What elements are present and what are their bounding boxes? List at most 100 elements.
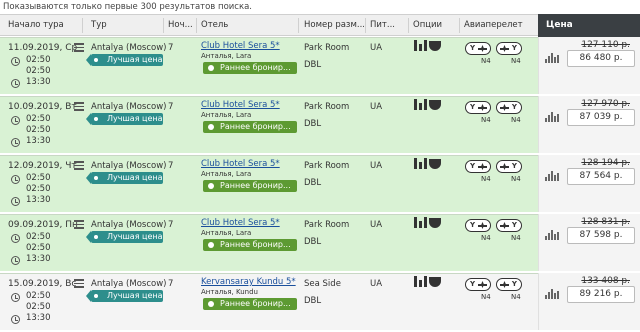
tag-icon (94, 117, 98, 121)
table-row[interactable]: 12.09.2019, Чт 02:50 02:50 13:30 Antalya… (0, 155, 640, 212)
hotel-city: Анталья, Kundu (201, 288, 258, 296)
outbound-flight-icon[interactable]: Y (465, 160, 491, 173)
meal-plan: UA (370, 102, 383, 112)
best-price-label: Лучшая цена (107, 173, 163, 182)
list-icon[interactable] (74, 220, 84, 229)
room-accommodation: DBL (304, 119, 322, 129)
price-cell: 128 831 р. 87 598 р. (538, 214, 640, 271)
price-chart-icon[interactable] (545, 53, 559, 63)
table-row[interactable]: 15.09.2019, Вс 02:50 02:50 13:30 Antalya… (0, 273, 640, 330)
hotel-city: Анталья, Lara (201, 170, 252, 178)
header-tour[interactable]: Тур (91, 15, 161, 36)
header-price[interactable]: Цена (538, 14, 640, 37)
tour-route: Antalya (Moscow) (91, 279, 167, 289)
price-button[interactable]: 89 216 р. (567, 286, 635, 303)
header-flight[interactable]: Авиаперелет (464, 15, 534, 36)
meal-plan: UA (370, 43, 383, 53)
clock-icon (11, 197, 20, 206)
old-price: 127 970 р. (581, 99, 630, 109)
tour-route: Antalya (Moscow) (91, 102, 167, 112)
price-cell: 128 194 р. 87 564 р. (538, 155, 640, 212)
outbound-flight-code: N4 (481, 293, 491, 301)
room-type: Park Room (304, 161, 350, 171)
price-chart-icon[interactable] (545, 171, 559, 181)
early-booking-badge: Раннее бронир... (203, 180, 297, 192)
outbound-flight-code: N4 (481, 234, 491, 242)
table-row[interactable]: 10.09.2019, Вт 02:50 02:50 13:30 Antalya… (0, 96, 640, 153)
price-chart-icon[interactable] (545, 289, 559, 299)
best-price-badge: Лучшая цена (86, 113, 163, 125)
departure-time: 02:50 (26, 55, 51, 65)
price-chart-icon[interactable] (545, 230, 559, 240)
table-row[interactable]: 11.09.2019, Ср 02:50 02:50 13:30 Antalya… (0, 37, 640, 94)
price-button[interactable]: 87 598 р. (567, 227, 635, 244)
tag-icon (94, 58, 98, 62)
early-booking-badge: Раннее бронир... (203, 239, 297, 251)
tour-date: 15.09.2019, Вс (8, 279, 77, 289)
price-cell: 127 970 р. 87 039 р. (538, 96, 640, 153)
room-accommodation: DBL (304, 60, 322, 70)
return-time: 13:30 (26, 313, 51, 323)
tour-date: 11.09.2019, Ср (8, 43, 78, 53)
departure-time: 02:50 (26, 114, 51, 124)
tour-route: Antalya (Moscow) (91, 43, 167, 53)
departure-time: 02:50 (26, 232, 51, 242)
price-chart-icon[interactable] (545, 112, 559, 122)
return-flight-icon[interactable]: Y (496, 42, 522, 55)
header-nights[interactable]: Ноч... (168, 15, 196, 36)
table-row[interactable]: 09.09.2019, Пн 02:50 02:50 13:30 Antalya… (0, 214, 640, 271)
hotel-link[interactable]: Club Hotel Sera 5* (201, 218, 280, 228)
table-header: Начало тура Тур Ноч... Отель Номер разм.… (0, 14, 640, 37)
header-options[interactable]: Опции (413, 15, 453, 36)
best-price-label: Лучшая цена (107, 114, 163, 123)
list-icon[interactable] (74, 161, 84, 170)
return-time: 13:30 (26, 195, 51, 205)
list-icon[interactable] (74, 43, 84, 52)
best-price-label: Лучшая цена (107, 291, 163, 300)
header-start[interactable]: Начало тура (8, 15, 78, 36)
best-price-label: Лучшая цена (107, 55, 163, 64)
nights-count: 7 (168, 102, 174, 112)
clock-icon (11, 175, 20, 184)
hotel-link[interactable]: Kervansaray Kundu 5* (201, 277, 296, 287)
hotel-link[interactable]: Club Hotel Sera 5* (201, 41, 280, 51)
list-icon[interactable] (74, 102, 84, 111)
departure-time: 02:50 (26, 173, 51, 183)
outbound-flight-code: N4 (481, 116, 491, 124)
outbound-flight-icon[interactable]: Y (465, 101, 491, 114)
hotel-options-icons (414, 158, 458, 172)
hotel-link[interactable]: Club Hotel Sera 5* (201, 159, 280, 169)
header-room[interactable]: Номер разм... (304, 15, 364, 36)
hotel-city: Анталья, Lara (201, 111, 252, 119)
best-price-badge: Лучшая цена (86, 290, 163, 302)
tag-icon (94, 294, 98, 298)
header-hotel[interactable]: Отель (201, 15, 296, 36)
return-flight-icon[interactable]: Y (496, 278, 522, 291)
outbound-flight-icon[interactable]: Y (465, 278, 491, 291)
room-accommodation: DBL (304, 296, 322, 306)
price-button[interactable]: 87 039 р. (567, 109, 635, 126)
price-button[interactable]: 86 480 р. (567, 50, 635, 67)
hotel-options-icons (414, 217, 458, 231)
return-flight-icon[interactable]: Y (496, 101, 522, 114)
outbound-flight-icon[interactable]: Y (465, 42, 491, 55)
best-price-badge: Лучшая цена (86, 54, 163, 66)
return-time: 13:30 (26, 77, 51, 87)
price-button[interactable]: 87 564 р. (567, 168, 635, 185)
arrival-time: 02:50 (26, 184, 51, 194)
hotel-options-icons (414, 99, 458, 113)
nights-count: 7 (168, 43, 174, 53)
room-type: Sea Side (304, 279, 341, 289)
return-flight-icon[interactable]: Y (496, 160, 522, 173)
header-meal[interactable]: Пит... (370, 15, 406, 36)
outbound-flight-icon[interactable]: Y (465, 219, 491, 232)
meal-plan: UA (370, 279, 383, 289)
hotel-options-icons (414, 276, 458, 290)
old-price: 133 408 р. (581, 276, 630, 286)
return-flight-icon[interactable]: Y (496, 219, 522, 232)
hotel-link[interactable]: Club Hotel Sera 5* (201, 100, 280, 110)
list-icon[interactable] (74, 279, 84, 288)
room-type: Park Room (304, 43, 350, 53)
early-booking-label: Раннее бронир... (220, 181, 291, 190)
outbound-flight-code: N4 (481, 175, 491, 183)
